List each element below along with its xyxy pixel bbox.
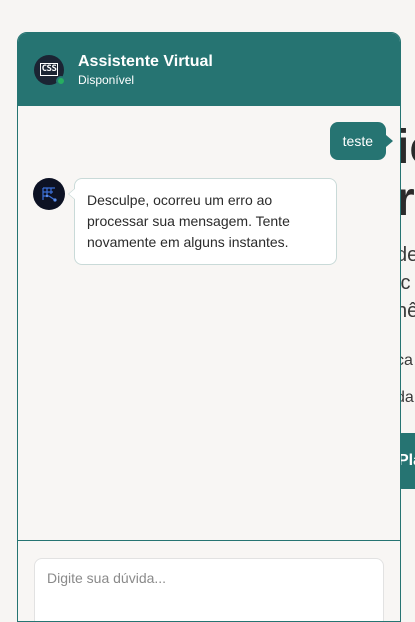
- chat-avatar: CSS: [34, 54, 66, 86]
- message-list: teste Desculpe, ocorreu um erro ao proce…: [18, 106, 400, 540]
- css-logo-icon: CSS: [39, 63, 59, 76]
- user-message-bubble: teste: [329, 122, 394, 160]
- chat-title: Assistente Virtual: [78, 52, 213, 70]
- bot-avatar-icon: [33, 178, 65, 210]
- chat-header: CSS Assistente Virtual Disponível: [18, 33, 400, 106]
- bot-message: Desculpe, ocorreu um erro ao processar s…: [33, 178, 337, 265]
- bot-message-bubble: Desculpe, ocorreu um erro ao processar s…: [68, 178, 337, 265]
- online-status-dot: [56, 75, 66, 86]
- chat-widget: CSS Assistente Virtual Disponível teste …: [17, 32, 401, 622]
- chat-status: Disponível: [78, 72, 135, 87]
- user-message: teste: [329, 122, 394, 160]
- message-input[interactable]: [34, 558, 384, 621]
- input-area: [18, 540, 400, 621]
